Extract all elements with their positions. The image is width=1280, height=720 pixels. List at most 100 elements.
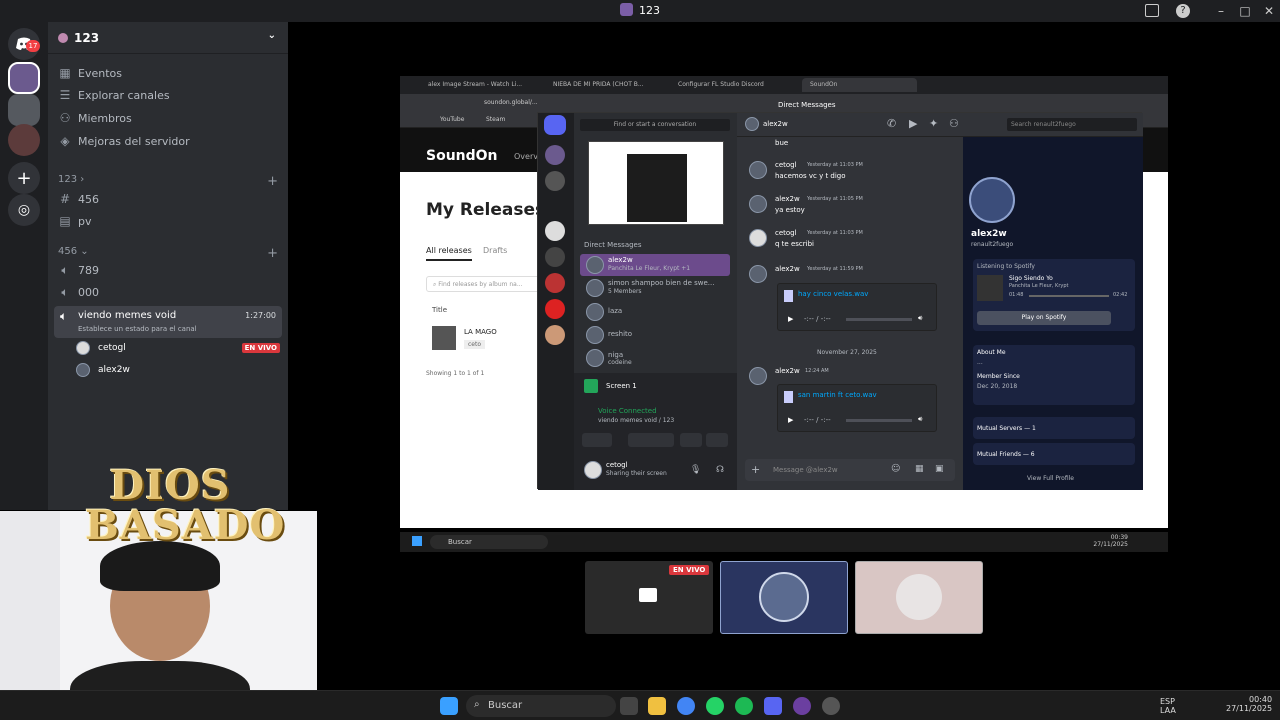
add-attachment-icon[interactable]: + xyxy=(751,463,760,476)
minimize-button[interactable]: – xyxy=(1213,3,1229,19)
message-author[interactable]: alex2w xyxy=(775,195,800,203)
stream-button[interactable] xyxy=(628,433,674,447)
dm-name[interactable]: niga xyxy=(608,351,623,359)
sidebar-item-eventos[interactable]: ▦ Eventos xyxy=(56,63,280,83)
browser-tab[interactable]: alex Image Stream - Watch Li... xyxy=(420,78,535,92)
chrome-icon[interactable] xyxy=(677,697,695,715)
pin-icon[interactable]: ✦ xyxy=(929,117,938,130)
dm-name[interactable]: laza xyxy=(608,307,622,315)
mic-icon[interactable]: 🎙︎ xyxy=(690,465,701,475)
sidebar-item-miembros[interactable]: ⚇ Miembros xyxy=(56,108,280,128)
app-icon[interactable] xyxy=(822,697,840,715)
server-icon[interactable] xyxy=(8,94,40,126)
browser-tab[interactable]: Configurar FL Studio Discord xyxy=(670,78,795,92)
message-author[interactable]: alex2w xyxy=(775,265,800,273)
server-icon[interactable] xyxy=(8,124,40,156)
play-icon[interactable]: ▶ xyxy=(788,416,793,424)
voice-channel-000[interactable]: 🔈︎ 000 xyxy=(56,282,280,302)
add-server-icon[interactable]: + xyxy=(8,162,40,194)
server-123-icon[interactable] xyxy=(8,62,40,94)
file-name[interactable]: san martin ft ceto.wav xyxy=(798,391,877,399)
browser-tab-active[interactable]: SoundOn xyxy=(802,78,917,92)
taskbar-search[interactable]: ⌕ Buscar xyxy=(466,695,616,717)
activity-button[interactable] xyxy=(680,433,702,447)
voice-user-alex2w[interactable]: alex2w xyxy=(76,360,280,380)
app-icon[interactable] xyxy=(793,697,811,715)
server-icon[interactable] xyxy=(545,171,565,191)
task-view-icon[interactable] xyxy=(620,697,638,715)
channel-456[interactable]: #456 xyxy=(56,189,280,209)
voice-channel-path[interactable]: viendo memes void / 123 xyxy=(598,417,674,424)
category-456[interactable]: 456 ⌄ + xyxy=(58,246,278,261)
server-icon[interactable] xyxy=(545,299,565,319)
channel-pv[interactable]: ▤ pv xyxy=(56,211,280,231)
chevron-down-icon[interactable]: ⌄ xyxy=(268,30,276,41)
discord-icon[interactable] xyxy=(764,697,782,715)
channel-status[interactable]: Establece un estado para el canal xyxy=(78,325,197,333)
soundboard-button[interactable] xyxy=(706,433,728,447)
stream-tile-screen[interactable]: EN VIVO xyxy=(585,561,713,634)
release-title[interactable]: LA MAGO xyxy=(464,328,497,336)
server-icon[interactable] xyxy=(545,221,565,241)
chat-user[interactable]: alex2w xyxy=(763,120,788,128)
apps-icon[interactable]: ▦ xyxy=(915,464,924,474)
inbox-icon[interactable] xyxy=(1145,4,1159,17)
song-title[interactable]: Sigo Siendo Yo xyxy=(1009,275,1053,282)
discover-icon[interactable]: ◎ xyxy=(8,194,40,226)
bookmark[interactable]: YouTube xyxy=(440,116,464,123)
play-on-spotify-button[interactable]: Play on Spotify xyxy=(977,311,1111,325)
gift-icon[interactable]: ▣ xyxy=(935,464,944,474)
browser-tab[interactable]: NIEBA DE MI PRIDA (CHOT B... xyxy=(545,78,660,92)
audio-progress[interactable] xyxy=(846,419,912,422)
play-icon[interactable]: ▶ xyxy=(788,315,793,323)
maximize-button[interactable]: □ xyxy=(1237,3,1253,19)
sidebar-item-mejoras[interactable]: ◈ Mejoras del servidor xyxy=(56,131,280,151)
tab-all-releases[interactable]: All releases xyxy=(426,246,472,261)
video-icon[interactable]: ▶ xyxy=(909,117,917,130)
file-explorer-icon[interactable] xyxy=(648,697,666,715)
system-clock[interactable]: 00:40 27/11/2025 xyxy=(1226,695,1272,713)
server-icon[interactable] xyxy=(545,273,565,293)
category-123[interactable]: 123 › + xyxy=(58,174,278,189)
dm-name[interactable]: reshito xyxy=(608,330,632,338)
add-friend-icon[interactable]: ⚇ xyxy=(949,117,959,130)
windows-start-icon[interactable] xyxy=(412,536,422,546)
message-author[interactable]: alex2w xyxy=(775,367,800,375)
add-channel-icon[interactable]: + xyxy=(267,246,278,261)
add-channel-icon[interactable]: + xyxy=(267,174,278,189)
message-composer[interactable]: + Message @alex2w ☺ ▦ ▣ xyxy=(745,459,955,481)
windows-start-icon[interactable] xyxy=(440,697,458,715)
help-icon[interactable]: ? xyxy=(1176,4,1190,18)
view-full-profile[interactable]: View Full Profile xyxy=(1027,475,1074,482)
close-button[interactable]: ✕ xyxy=(1261,3,1277,19)
chat-search[interactable]: Search renault2fuego xyxy=(1007,118,1137,131)
message-author[interactable]: cetogl xyxy=(775,161,797,169)
stream-tile-alex2w[interactable] xyxy=(720,561,848,634)
soundon-logo[interactable]: SoundOn xyxy=(426,148,498,164)
voice-user-cetogl[interactable]: cetogl EN VIVO xyxy=(76,338,280,358)
language-indicator[interactable]: ESP LAA xyxy=(1160,697,1176,715)
server-header[interactable]: 123 ⌄ xyxy=(48,22,288,54)
release-search-input[interactable]: ⌕ Find releases by album na... xyxy=(426,276,546,292)
spotify-icon[interactable] xyxy=(735,697,753,715)
camera-button[interactable] xyxy=(582,433,612,447)
mutual-friends[interactable]: Mutual Friends — 6 xyxy=(973,443,1135,465)
volume-icon[interactable]: 🔊︎ xyxy=(918,415,922,424)
mutual-servers[interactable]: Mutual Servers — 1 xyxy=(973,417,1135,439)
taskbar-search[interactable]: Buscar xyxy=(430,535,548,549)
server-icon[interactable] xyxy=(545,325,565,345)
voice-channel-active[interactable]: 🔈︎ viendo memes void 1:27:00 Establece u… xyxy=(54,306,282,338)
server-icon[interactable] xyxy=(545,247,565,267)
file-name[interactable]: hay cinco velas.wav xyxy=(798,290,868,298)
bookmark[interactable]: Steam xyxy=(486,116,505,123)
call-icon[interactable]: ✆ xyxy=(887,117,896,130)
tab-drafts[interactable]: Drafts xyxy=(483,246,507,255)
audio-progress[interactable] xyxy=(846,318,912,321)
message-author[interactable]: cetogl xyxy=(775,229,797,237)
headphones-icon[interactable]: ☊ xyxy=(716,465,724,475)
dm-search[interactable]: Find or start a conversation xyxy=(580,119,730,131)
profile-avatar[interactable] xyxy=(969,177,1015,223)
voice-channel-789[interactable]: 🔈︎ 789 xyxy=(56,260,280,280)
discord-home-icon[interactable] xyxy=(544,115,566,135)
volume-icon[interactable]: 🔊︎ xyxy=(918,314,922,323)
